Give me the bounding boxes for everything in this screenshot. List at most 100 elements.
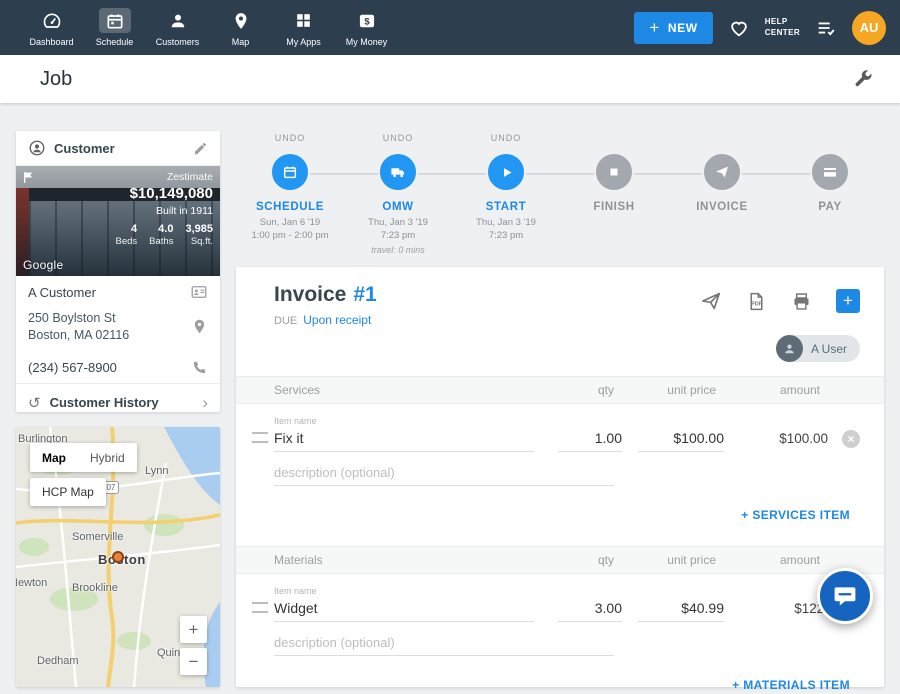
nav-item-my-money[interactable]: $ My Money [335,0,398,55]
customer-name-row: A Customer [16,276,220,308]
zoom-out-button[interactable]: − [180,648,207,675]
assignee-avatar [776,335,803,362]
add-invoice-button[interactable]: + [836,289,860,313]
streetview-flag-icon [22,171,35,184]
service-name-input[interactable] [274,430,534,452]
assignee-chip[interactable]: A User [776,335,860,362]
omw-step-button[interactable] [378,152,418,192]
drag-handle-icon[interactable] [252,432,268,443]
dashboard-icon [36,8,68,33]
map-label-brookline: Brookline [72,582,118,594]
pay-step-button[interactable] [810,152,850,192]
qty-column-header: qty [550,383,614,397]
heart-icon[interactable] [728,17,750,39]
nav-item-map[interactable]: Map [209,0,272,55]
due-label: DUE [274,315,297,327]
pdf-icon[interactable]: PDF [746,291,767,312]
map-widget: Burlington Lynn 107 Somerville Boston Ne… [16,427,220,687]
beds-value: 4 [116,223,138,235]
due-line: DUE Upon receipt [274,313,700,327]
item-name-label: Item name [274,416,534,426]
schedule-step-button[interactable] [270,152,310,192]
step-date-line1: Thu, Jan 3 '19 [344,216,452,229]
help-line1: HELP [765,17,800,27]
property-stats: 4 Beds 4.0 Baths 3,985 Sq.ft. [116,223,213,247]
undo-placeholder [776,133,884,146]
property-photo: Zestimate $10,149,080 Built in 1911 4 Be… [16,166,220,276]
print-icon[interactable] [791,291,812,312]
material-price-input[interactable] [638,600,724,622]
delete-item-button[interactable]: × [842,430,860,448]
map-view-button[interactable]: Map [30,443,78,472]
map-label-somerville: Somerville [72,531,123,543]
nav-item-my-apps[interactable]: My Apps [272,0,335,55]
invoice-number: #1 [353,283,376,307]
service-price-input[interactable] [638,430,724,452]
item-name-field: Item name [274,416,534,452]
step-date-line1: Sun, Jan 6 '19 [236,216,344,229]
material-description-input[interactable] [274,635,614,656]
start-step-button[interactable] [486,152,526,192]
service-qty-input[interactable] [558,430,622,452]
customers-icon [162,8,194,33]
nav-item-dashboard[interactable]: Dashboard [20,0,83,55]
item-name-field: Item name [274,586,534,622]
finish-flag-icon [607,165,621,179]
undo-link[interactable]: UNDO [452,133,560,146]
send-icon[interactable] [700,290,722,312]
undo-link[interactable]: UNDO [344,133,452,146]
nav-label: Map [232,37,250,47]
customer-address: 250 Boylston St Boston, MA 02116 [28,310,191,344]
hybrid-view-button[interactable]: Hybrid [78,443,137,472]
contact-card-icon [190,283,208,301]
sqft-value: 3,985 [185,223,213,235]
material-qty-input[interactable] [558,600,622,622]
service-description-input[interactable] [274,465,614,486]
qty-column-header: qty [550,553,614,567]
customer-phone: (234) 567-8900 [28,360,191,375]
zestimate-block: Zestimate $10,149,080 Built in 1911 4 Be… [116,171,213,247]
chat-fab-button[interactable] [817,568,873,624]
step-date-line2: 7:23 pm [344,229,452,242]
nav-item-customers[interactable]: Customers [146,0,209,55]
material-description-row [236,622,884,656]
unit-price-column-header: unit price [630,383,716,397]
material-name-input[interactable] [274,600,534,622]
add-services-item-link[interactable]: + SERVICES ITEM [741,508,850,522]
step-schedule: UNDO SCHEDULE Sun, Jan 6 '19 1:00 pm - 2… [236,133,344,256]
add-materials-item-link[interactable]: + MATERIALS ITEM [732,678,850,692]
task-list-icon[interactable] [815,17,837,39]
hcp-map-button[interactable]: HCP Map [30,478,106,506]
assignee-name: A User [811,342,847,356]
zoom-in-button[interactable]: + [180,616,207,643]
finish-step-button[interactable] [594,152,634,192]
location-pin-icon [191,318,208,335]
wrench-icon[interactable] [852,68,874,90]
map-type-toggle: Map Hybrid [30,443,137,472]
new-button-label: NEW [668,21,698,35]
help-center-link[interactable]: HELP CENTER [765,17,800,38]
step-omw: UNDO OMW Thu, Jan 3 '19 7:23 pm travel: … [344,133,452,256]
money-icon: $ [351,8,383,33]
amount-column-header: amount [736,383,820,397]
customer-card: Customer Zestimate $10,149,080 Built in … [16,131,220,412]
customer-card-header: Customer [16,131,220,166]
step-dates: Thu, Jan 3 '19 7:23 pm travel: 0 mins [344,216,452,256]
invoice-header: Invoice #1 DUE Upon receipt PDF + [236,267,884,327]
invoice-actions: PDF + [700,289,860,313]
user-avatar[interactable]: AU [852,11,886,45]
undo-link[interactable]: UNDO [236,133,344,146]
map-marker[interactable] [112,551,124,563]
nav-item-schedule[interactable]: Schedule [83,0,146,55]
drag-handle-icon[interactable] [252,602,268,613]
customer-history-row[interactable]: ↺ Customer History › [16,383,220,422]
step-date-line2: 1:00 pm - 2:00 pm [236,229,344,242]
new-button[interactable]: + NEW [634,12,712,44]
undo-placeholder [668,133,776,146]
due-value-link[interactable]: Upon receipt [303,313,371,327]
step-date-line1: Thu, Jan 3 '19 [452,216,560,229]
address-line-1: 250 Boylston St [28,310,191,327]
invoice-step-button[interactable] [702,152,742,192]
avatar-initials: AU [860,20,879,35]
edit-pencil-icon[interactable] [193,141,208,156]
